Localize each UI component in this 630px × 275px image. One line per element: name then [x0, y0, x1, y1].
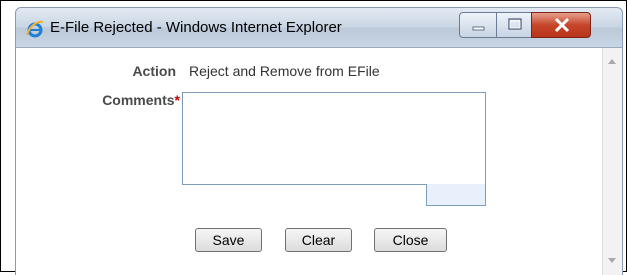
close-button[interactable]: Close	[374, 228, 447, 252]
vertical-scrollbar[interactable]	[602, 48, 622, 275]
dialog-content: Action Reject and Remove from EFile Comm…	[15, 47, 623, 275]
internet-explorer-icon	[26, 20, 44, 38]
comments-label-text: Comments	[102, 92, 175, 108]
close-icon	[532, 13, 590, 37]
scroll-up-arrow-icon[interactable]	[608, 59, 616, 64]
required-marker: *	[174, 92, 180, 108]
maximize-button[interactable]	[496, 12, 532, 38]
window-close-button[interactable]	[531, 12, 591, 38]
scroll-down-arrow-icon[interactable]	[608, 258, 616, 263]
maximize-icon	[497, 13, 531, 37]
minimize-icon	[460, 13, 496, 37]
textarea-resize-area	[426, 184, 486, 206]
page-frame: E-File Rejected - Windows Internet Explo…	[0, 0, 627, 275]
comments-label: Comments*	[56, 92, 180, 108]
save-button[interactable]: Save	[195, 228, 262, 252]
window-title: E-File Rejected - Windows Internet Explo…	[50, 19, 342, 36]
clear-button[interactable]: Clear	[285, 228, 352, 252]
action-label: Action	[132, 63, 176, 79]
action-value: Reject and Remove from EFile	[189, 63, 380, 79]
comments-textarea[interactable]	[182, 92, 486, 185]
window-titlebar[interactable]: E-File Rejected - Windows Internet Explo…	[15, 7, 623, 47]
minimize-button[interactable]	[459, 12, 497, 38]
